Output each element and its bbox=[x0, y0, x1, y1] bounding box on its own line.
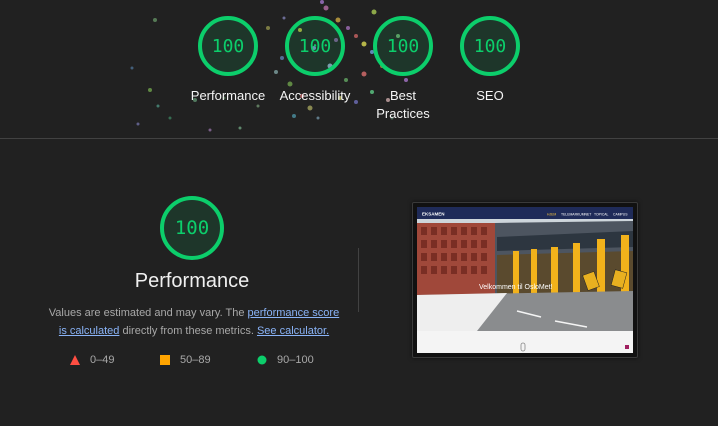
performance-description: Values are estimated and may vary. The p… bbox=[44, 304, 344, 340]
header-divider bbox=[0, 138, 718, 139]
description-text: Values are estimated and may vary. The bbox=[48, 307, 248, 319]
category-label: Accessibility bbox=[279, 88, 351, 103]
site-nav-item: HJEM bbox=[547, 213, 556, 217]
see-calculator-link[interactable]: See calculator. bbox=[257, 325, 329, 337]
description-text: directly from these metrics. bbox=[119, 325, 257, 337]
performance-score: 100 bbox=[174, 217, 210, 239]
category-performance[interactable]: 100 Performance bbox=[178, 16, 278, 105]
site-nav-item: TELEMARKUMNET bbox=[561, 213, 591, 217]
final-screenshot[interactable]: EKSAMEN HJEM TELEMARKUMNET TOPICAL CAMPU… bbox=[412, 202, 638, 358]
legend-range: 50–89 bbox=[180, 354, 211, 366]
legend-pass: 90–100 bbox=[257, 354, 314, 366]
score-gauge: 100 bbox=[460, 16, 520, 76]
category-scores: 100 Performance 100 Accessibility 100 Be… bbox=[0, 16, 718, 136]
circle-icon bbox=[257, 355, 267, 365]
triangle-icon bbox=[70, 355, 80, 365]
category-label: SEO bbox=[476, 88, 504, 103]
performance-gauge: 100 bbox=[160, 196, 224, 260]
performance-title: Performance bbox=[134, 270, 250, 292]
score-value: 100 bbox=[211, 35, 245, 57]
legend-fail: 0–49 bbox=[70, 354, 114, 366]
category-seo[interactable]: 100 SEO bbox=[440, 16, 540, 105]
score-gauge: 100 bbox=[285, 16, 345, 76]
legend-range: 90–100 bbox=[277, 354, 314, 366]
score-gauge: 100 bbox=[373, 16, 433, 76]
site-nav-item: TOPICAL bbox=[594, 213, 609, 217]
score-gauge: 100 bbox=[198, 16, 258, 76]
site-brand: EKSAMEN bbox=[422, 212, 445, 217]
category-best-practices[interactable]: 100 Best Practices bbox=[353, 16, 453, 123]
category-label: Best Practices bbox=[376, 88, 430, 121]
screenshot-hero-text: Velkommen til OsloMet! bbox=[479, 284, 553, 291]
category-accessibility[interactable]: 100 Accessibility bbox=[265, 16, 365, 105]
site-nav-item: CAMPUS bbox=[613, 213, 628, 217]
score-value: 100 bbox=[386, 35, 420, 57]
page-screenshot-image: EKSAMEN HJEM TELEMARKUMNET TOPICAL CAMPU… bbox=[417, 207, 633, 353]
score-scale-legend: 0–49 50–89 90–100 bbox=[70, 354, 350, 370]
square-icon bbox=[160, 355, 170, 365]
legend-range: 0–49 bbox=[90, 354, 115, 366]
score-value: 100 bbox=[298, 35, 332, 57]
vertical-divider bbox=[358, 248, 359, 312]
score-value: 100 bbox=[473, 35, 507, 57]
category-label: Performance bbox=[190, 88, 266, 103]
legend-average: 50–89 bbox=[160, 354, 211, 366]
